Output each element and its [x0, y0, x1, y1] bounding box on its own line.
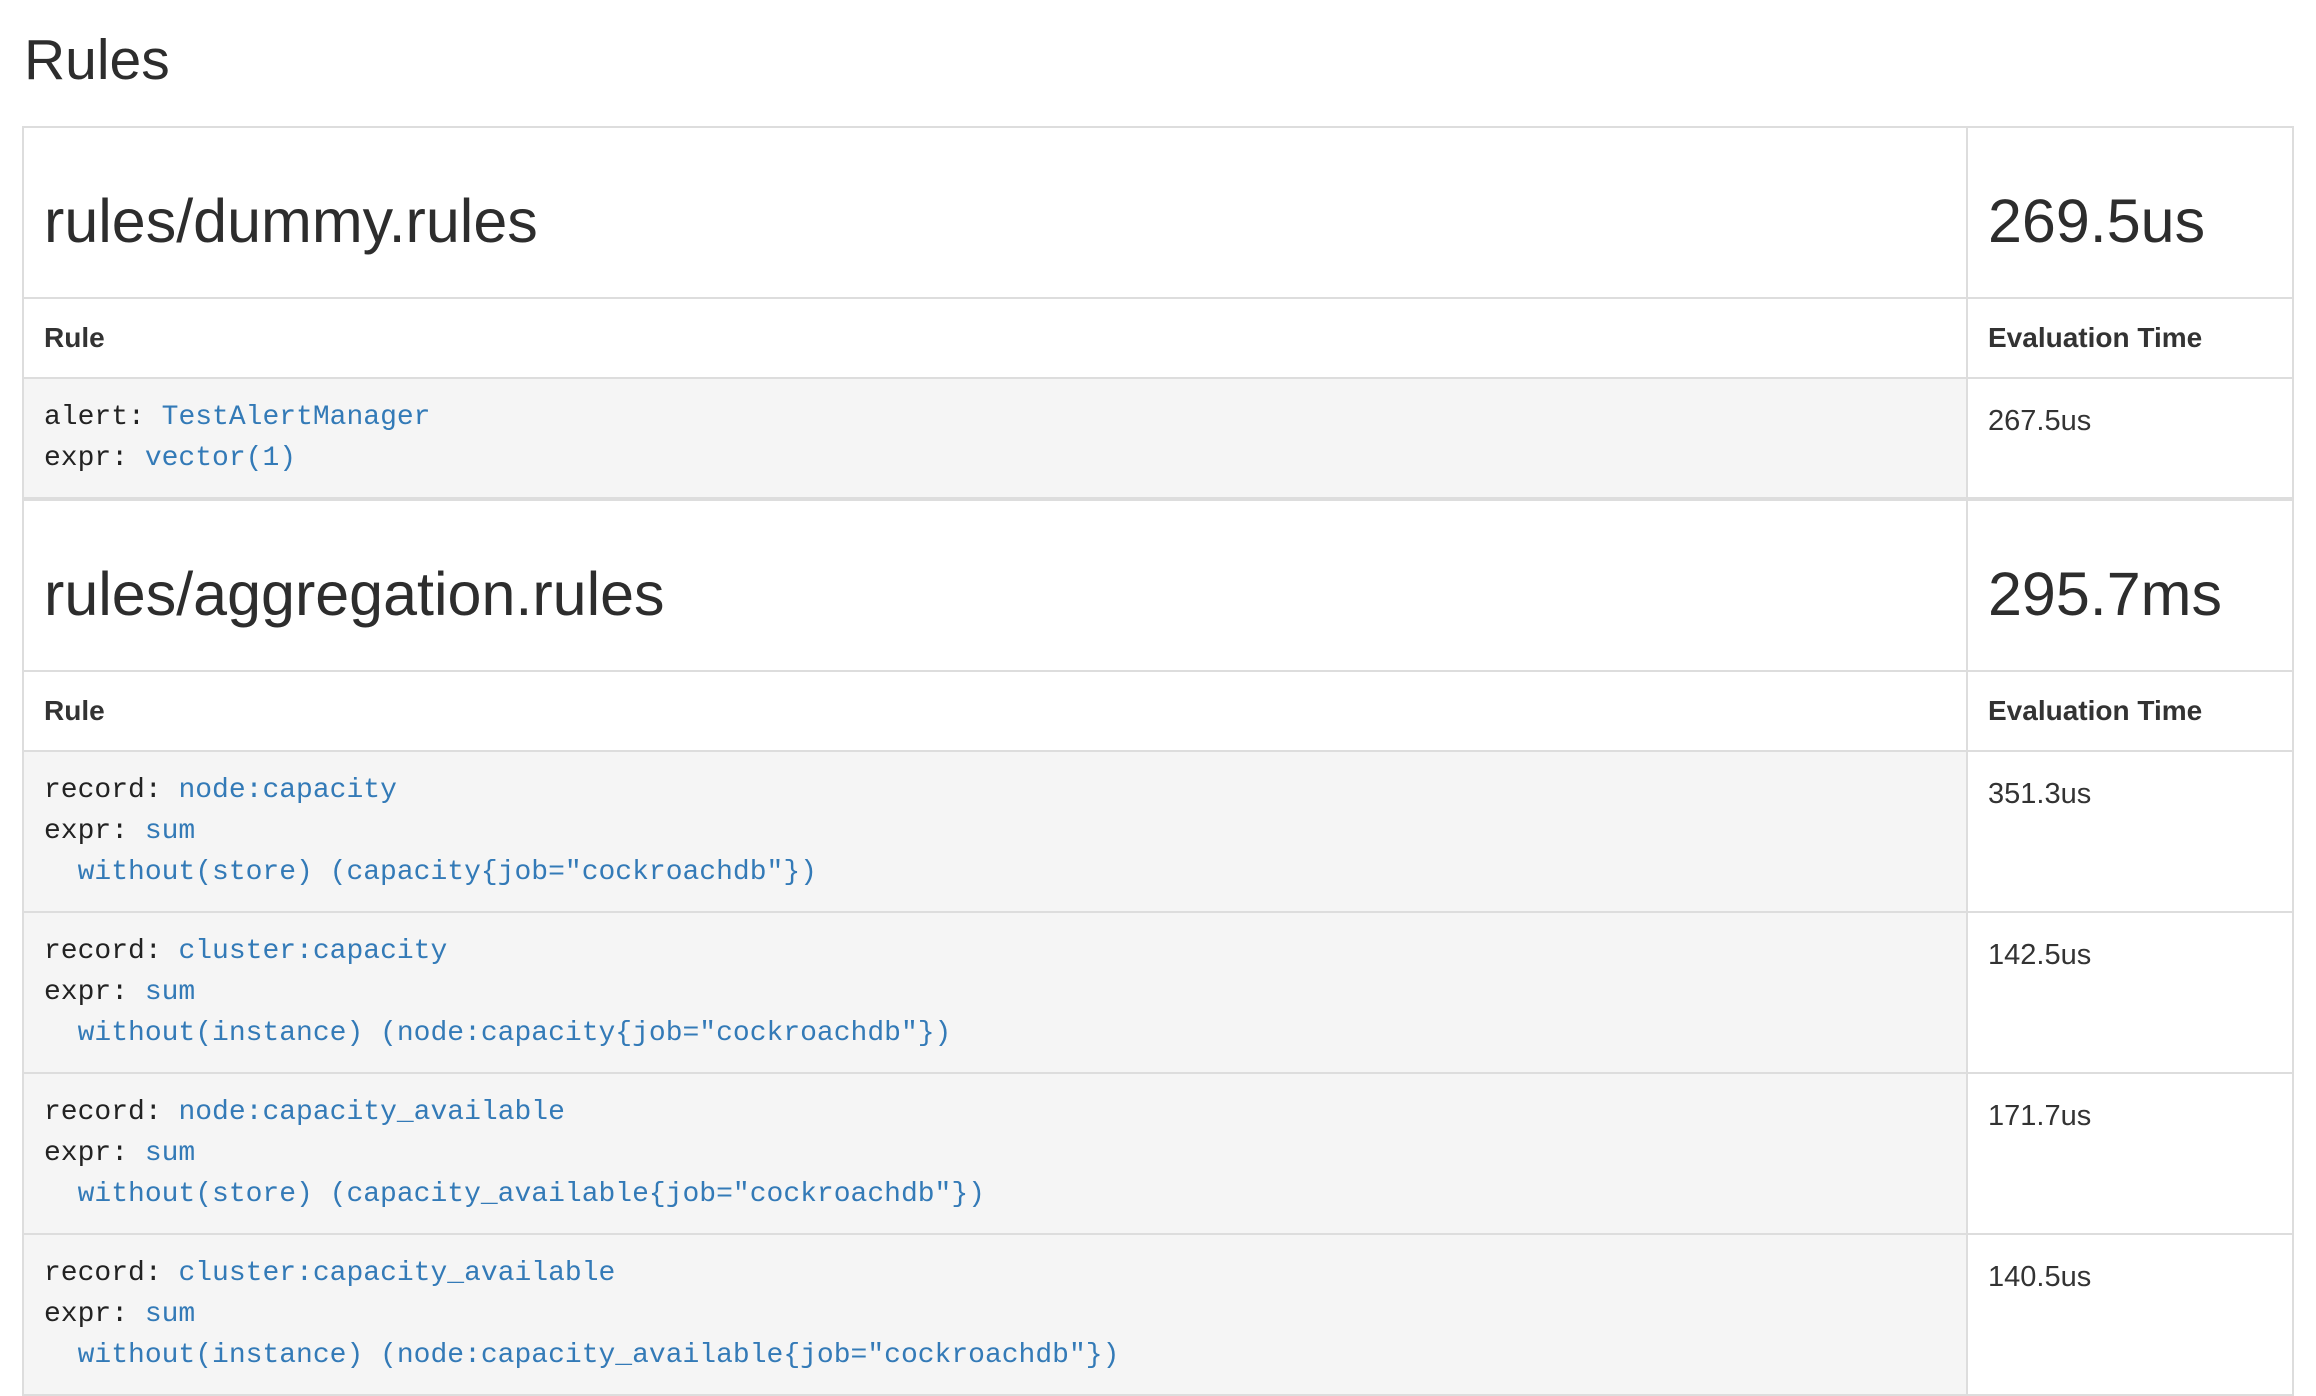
rule-type-label: record: — [44, 1258, 162, 1289]
rule-group-eval-time: 295.7ms — [1988, 551, 2272, 638]
rule-expr-link[interactable]: vector(1) — [145, 443, 296, 474]
rule-expr-label: expr: — [44, 816, 128, 847]
rule-expr-label: expr: — [44, 1299, 128, 1330]
rule-expr-link[interactable]: sum without(instance) (node:capacity{job… — [44, 977, 951, 1049]
rule-type-label: record: — [44, 775, 162, 806]
rule-eval-time: 142.5us — [1967, 912, 2293, 1073]
rule-name-link[interactable]: node:capacity — [178, 775, 396, 806]
eval-time-column-header: Evaluation Time — [1967, 671, 2293, 751]
rule-eval-time: 267.5us — [1967, 378, 2293, 498]
rule-group-file: rules/dummy.rules — [44, 178, 1946, 265]
rule-name-link[interactable]: cluster:capacity_available — [178, 1258, 615, 1289]
rule-column-header: Rule — [23, 671, 1967, 751]
rule-group-eval-time: 269.5us — [1988, 178, 2272, 265]
rule-eval-time: 140.5us — [1967, 1234, 2293, 1395]
rule-expr-link[interactable]: sum without(store) (capacity{job="cockro… — [44, 816, 817, 888]
rule-column-header: Rule — [23, 298, 1967, 378]
rule-type-label: alert: — [44, 402, 145, 433]
rule-definition: record: node:capacity expr: sum without(… — [24, 752, 1966, 911]
rule-row: alert: TestAlertManager expr: vector(1) … — [23, 378, 2293, 498]
group-heading-row: rules/aggregation.rules 295.7ms — [23, 500, 2293, 671]
eval-time-column-header: Evaluation Time — [1967, 298, 2293, 378]
rule-row: record: cluster:capacity expr: sum witho… — [23, 912, 2293, 1073]
rule-name-link[interactable]: cluster:capacity — [178, 936, 447, 967]
rule-name-link[interactable]: node:capacity_available — [178, 1097, 564, 1128]
rule-row: record: node:capacity_available expr: su… — [23, 1073, 2293, 1234]
column-header-row: Rule Evaluation Time — [23, 298, 2293, 378]
rule-group-file: rules/aggregation.rules — [44, 551, 1946, 638]
rule-expr-link[interactable]: sum without(store) (capacity_available{j… — [44, 1138, 985, 1210]
rules-page: Rules rules/dummy.rules 269.5us Rule Eva… — [0, 20, 2316, 1396]
rule-expr-label: expr: — [44, 443, 128, 474]
rule-eval-time: 351.3us — [1967, 751, 2293, 912]
rule-expr-link[interactable]: sum without(instance) (node:capacity_ava… — [44, 1299, 1119, 1371]
rule-type-label: record: — [44, 936, 162, 967]
rule-name-link[interactable]: TestAlertManager — [162, 402, 431, 433]
rule-row: record: cluster:capacity_available expr:… — [23, 1234, 2293, 1395]
rule-eval-time: 171.7us — [1967, 1073, 2293, 1234]
rule-group-table-aggregation: rules/aggregation.rules 295.7ms Rule Eva… — [22, 499, 2294, 1396]
rule-row: record: node:capacity expr: sum without(… — [23, 751, 2293, 912]
column-header-row: Rule Evaluation Time — [23, 671, 2293, 751]
rule-definition: record: node:capacity_available expr: su… — [24, 1074, 1966, 1233]
rule-definition: record: cluster:capacity_available expr:… — [24, 1235, 1966, 1394]
rule-expr-label: expr: — [44, 1138, 128, 1169]
rule-type-label: record: — [44, 1097, 162, 1128]
rule-expr-label: expr: — [44, 977, 128, 1008]
page-title: Rules — [24, 20, 2294, 102]
rule-definition: alert: TestAlertManager expr: vector(1) — [24, 379, 1966, 497]
rule-group-table-dummy: rules/dummy.rules 269.5us Rule Evaluatio… — [22, 126, 2294, 499]
rule-definition: record: cluster:capacity expr: sum witho… — [24, 913, 1966, 1072]
group-heading-row: rules/dummy.rules 269.5us — [23, 127, 2293, 298]
